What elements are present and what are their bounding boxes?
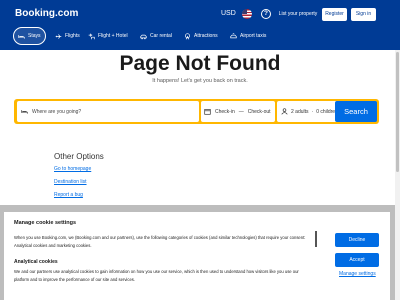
- tab-label: Flights: [65, 33, 80, 39]
- date-separator: —: [238, 108, 244, 115]
- manage-settings-link[interactable]: Manage settings: [339, 271, 376, 277]
- cookie-dialog: Manage cookie settings When you use Book…: [4, 212, 390, 300]
- tab-label: Stays: [28, 33, 41, 39]
- product-nav: Stays Flights Flight + Hotel Car rental …: [0, 27, 400, 45]
- booking-logo[interactable]: Booking.com: [15, 8, 78, 19]
- search-button[interactable]: Search: [335, 101, 377, 122]
- guest-separator: ·: [311, 108, 314, 115]
- plane-icon: [55, 33, 62, 39]
- site-header: Booking.com USD ? List your property Reg…: [0, 0, 400, 50]
- taxi-icon: [230, 32, 237, 38]
- homepage-link[interactable]: Go to homepage: [54, 166, 91, 172]
- us-flag-icon[interactable]: [242, 9, 252, 19]
- tab-flight-hotel[interactable]: Flight + Hotel: [84, 27, 132, 45]
- report-bug-link[interactable]: Report a bug: [54, 192, 83, 198]
- flight-hotel-icon: [88, 32, 95, 39]
- destination-field[interactable]: Where are you going?: [17, 101, 199, 122]
- currency-selector[interactable]: USD: [221, 10, 236, 17]
- search-bar: Where are you going? Check-in — Check-ou…: [14, 99, 379, 124]
- list-property-link[interactable]: List your property: [277, 8, 319, 21]
- person-icon: [281, 108, 288, 115]
- bed-icon: [18, 34, 25, 39]
- analytics-text: We and our partners use analytical cooki…: [14, 269, 299, 282]
- check-in-label: Check-in: [215, 108, 235, 115]
- car-icon: [140, 34, 147, 39]
- tab-attractions[interactable]: Attractions: [180, 27, 222, 45]
- check-out-label: Check-out: [247, 108, 271, 115]
- tab-car-rental[interactable]: Car rental: [136, 27, 176, 45]
- calendar-icon: [204, 109, 211, 115]
- cookie-text-scrollbar[interactable]: [315, 231, 317, 247]
- bed-icon: [21, 110, 28, 114]
- accept-button[interactable]: Accept: [335, 253, 379, 267]
- attractions-icon: [185, 32, 190, 39]
- register-button[interactable]: Register: [322, 8, 347, 21]
- dates-field[interactable]: Check-in — Check-out: [201, 101, 275, 122]
- decline-button[interactable]: Decline: [335, 233, 379, 247]
- destination-list-link[interactable]: Destination list: [54, 179, 87, 185]
- tab-label: Attractions: [194, 33, 218, 39]
- tab-label: Car rental: [150, 33, 172, 39]
- sign-in-button[interactable]: Sign in: [351, 8, 376, 21]
- tab-flights[interactable]: Flights: [51, 27, 84, 45]
- tab-label: Flight + Hotel: [98, 33, 128, 39]
- destination-placeholder: Where are you going?: [32, 108, 82, 115]
- cookie-text: When you use Booking.com, we (Booking.co…: [14, 235, 306, 248]
- page-scrollbar-thumb[interactable]: [396, 52, 399, 172]
- cookie-title: Manage cookie settings: [14, 220, 77, 226]
- tab-airport-taxis[interactable]: Airport taxis: [226, 27, 270, 45]
- page-title: Page Not Found: [119, 52, 281, 75]
- page-subtitle: It happens! Let's get you back on track.: [152, 78, 248, 84]
- analytics-title: Analytical cookies: [14, 259, 58, 265]
- tab-label: Airport taxis: [240, 33, 267, 39]
- help-icon[interactable]: ?: [261, 9, 271, 19]
- tab-stays[interactable]: Stays: [13, 27, 46, 45]
- adults-count: 2 adults: [291, 108, 309, 115]
- other-options-heading: Other Options: [54, 152, 104, 161]
